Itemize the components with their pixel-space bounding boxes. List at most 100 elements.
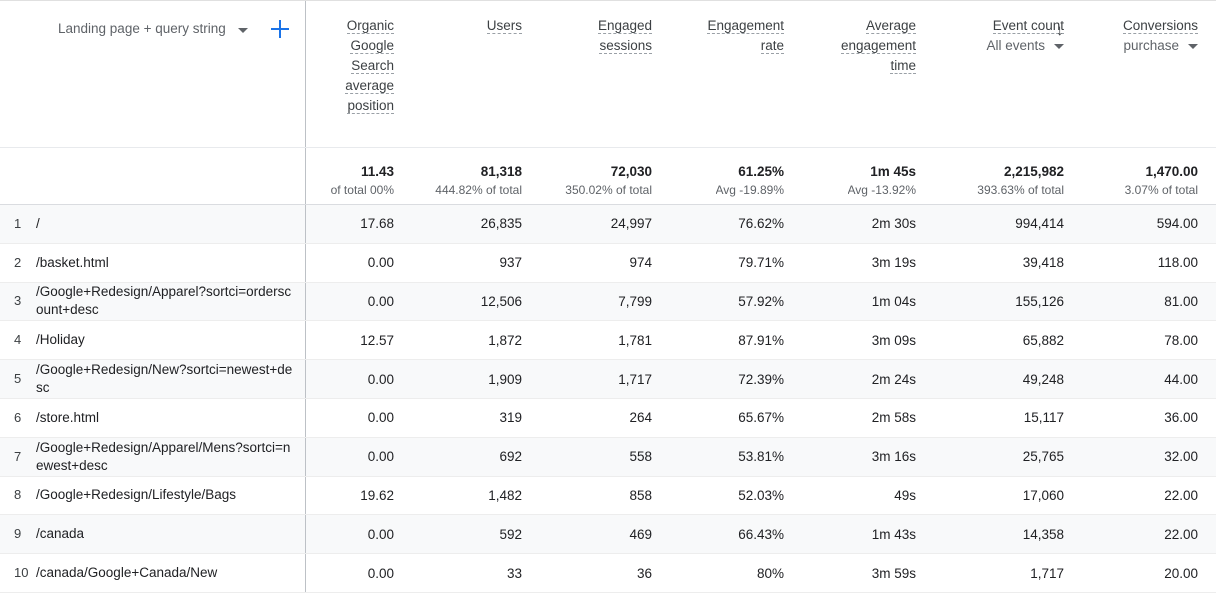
event-count-filter-select[interactable]: All events xyxy=(986,38,1064,53)
column-header-position-label[interactable]: Organic xyxy=(347,18,394,34)
chevron-down-icon[interactable] xyxy=(1054,44,1064,49)
row-landing-page-link[interactable]: /Google+Redesign/New?sortci=newest+desc xyxy=(36,361,305,397)
row-landing-page-link[interactable]: /canada xyxy=(36,525,94,543)
totals-users-sub: 444.82% of total xyxy=(435,182,522,198)
table-row[interactable]: 10/canada/Google+Canada/New0.00333680%3m… xyxy=(0,554,1216,593)
cell-avg-engagement-time: 2m 58s xyxy=(802,399,934,437)
chevron-down-icon[interactable] xyxy=(1188,44,1198,49)
dimension-picker[interactable]: Landing page + query string xyxy=(0,19,290,39)
cell-engaged-sessions: 1,781 xyxy=(540,321,670,359)
cell-avg-engagement-time: 2m 30s xyxy=(802,205,934,243)
cell-event-count: 65,882 xyxy=(934,321,1082,359)
cell-engagement-rate: 72.39% xyxy=(670,360,802,398)
row-landing-page-link[interactable]: /Google+Redesign/Lifestyle/Bags xyxy=(36,486,246,504)
cell-engagement-rate: 57.92% xyxy=(670,283,802,321)
table-row[interactable]: 5/Google+Redesign/New?sortci=newest+desc… xyxy=(0,360,1216,399)
totals-event-count-sub: 393.63% of total xyxy=(977,182,1064,198)
chevron-down-icon[interactable] xyxy=(238,28,248,33)
row-dimension-cell: 7/Google+Redesign/Apparel/Mens?sortci=ne… xyxy=(0,438,306,476)
column-header-position-line2[interactable]: Google xyxy=(350,38,394,54)
plus-icon[interactable] xyxy=(270,19,290,39)
cell-users: 1,872 xyxy=(412,321,540,359)
table-row[interactable]: 8/Google+Redesign/Lifestyle/Bags19.621,4… xyxy=(0,477,1216,516)
column-header-engagement-rate[interactable]: Engagement rate xyxy=(670,1,802,147)
table-row[interactable]: 6/store.html0.0031926465.67%2m 58s15,117… xyxy=(0,399,1216,438)
column-header-engagement-rate-line1[interactable]: Engagement xyxy=(707,18,784,34)
column-header-avg-engagement-time-line1[interactable]: Average xyxy=(866,18,916,34)
cell-event-count: 39,418 xyxy=(934,244,1082,282)
cell-engaged-sessions: 7,799 xyxy=(540,283,670,321)
cell-engaged-sessions: 469 xyxy=(540,515,670,553)
totals-conversions-sub: 3.07% of total xyxy=(1125,182,1198,198)
column-header-position-line5[interactable]: position xyxy=(347,98,394,114)
column-header-engaged-sessions-line1[interactable]: Engaged xyxy=(598,18,652,34)
cell-conversions: 118.00 xyxy=(1082,244,1216,282)
cell-avg-engagement-time: 3m 59s xyxy=(802,554,934,592)
row-landing-page-link[interactable]: /basket.html xyxy=(36,254,119,272)
row-landing-page-link[interactable]: /Google+Redesign/Apparel?sortci=ordersco… xyxy=(36,283,305,319)
totals-users: 81,318 444.82% of total xyxy=(412,148,540,204)
column-header-event-count-label[interactable]: Event count xyxy=(993,18,1064,34)
event-count-filter-value: All events xyxy=(986,38,1045,53)
cell-engagement-rate: 52.03% xyxy=(670,477,802,515)
cell-position: 17.68 xyxy=(306,205,412,243)
row-index: 4 xyxy=(0,332,36,348)
cell-event-count: 1,717 xyxy=(934,554,1082,592)
cell-event-count: 155,126 xyxy=(934,283,1082,321)
row-landing-page-link[interactable]: /canada/Google+Canada/New xyxy=(36,564,227,582)
row-dimension-cell: 5/Google+Redesign/New?sortci=newest+desc xyxy=(0,360,306,398)
cell-conversions: 32.00 xyxy=(1082,438,1216,476)
column-header-avg-engagement-time-line2[interactable]: engagement xyxy=(841,38,916,54)
cell-engaged-sessions: 858 xyxy=(540,477,670,515)
cell-conversions: 22.00 xyxy=(1082,477,1216,515)
cell-engaged-sessions: 558 xyxy=(540,438,670,476)
row-index: 8 xyxy=(0,487,36,503)
analytics-data-table: Landing page + query string Organic Goog… xyxy=(0,0,1216,596)
row-landing-page-link[interactable]: / xyxy=(36,215,50,233)
cell-engaged-sessions: 1,717 xyxy=(540,360,670,398)
row-index: 6 xyxy=(0,410,36,426)
arrow-down-icon[interactable]: ↓ xyxy=(1056,23,1064,38)
conversions-event-select[interactable]: purchase xyxy=(1123,38,1198,53)
column-header-users[interactable]: Users xyxy=(412,1,540,147)
cell-position: 0.00 xyxy=(306,515,412,553)
column-header-engagement-rate-line2[interactable]: rate xyxy=(761,38,784,54)
row-index: 10 xyxy=(0,565,36,581)
row-landing-page-link[interactable]: /Holiday xyxy=(36,331,95,349)
cell-event-count: 17,060 xyxy=(934,477,1082,515)
cell-position: 0.00 xyxy=(306,438,412,476)
cell-engaged-sessions: 974 xyxy=(540,244,670,282)
dimension-header-cell: Landing page + query string xyxy=(0,1,306,147)
row-dimension-cell: 9/canada xyxy=(0,515,306,553)
row-landing-page-link[interactable]: /Google+Redesign/Apparel/Mens?sortci=new… xyxy=(36,439,305,475)
totals-event-count-value: 2,215,982 xyxy=(1004,163,1064,181)
column-header-conversions-label[interactable]: Conversions xyxy=(1123,18,1198,34)
column-header-position-line4[interactable]: average xyxy=(345,78,394,94)
cell-conversions: 78.00 xyxy=(1082,321,1216,359)
totals-position: 11.43 00% of total xyxy=(306,148,412,204)
column-header-position[interactable]: Organic Google Search average position xyxy=(306,1,412,147)
row-landing-page-link[interactable]: /store.html xyxy=(36,409,109,427)
totals-dimension-cell xyxy=(0,148,306,204)
table-row[interactable]: 3/Google+Redesign/Apparel?sortci=ordersc… xyxy=(0,283,1216,322)
totals-event-count: 2,215,982 393.63% of total xyxy=(934,148,1082,204)
column-header-avg-engagement-time-line3[interactable]: time xyxy=(890,58,916,74)
table-row[interactable]: 9/canada0.0059246966.43%1m 43s14,35822.0… xyxy=(0,515,1216,554)
cell-position: 0.00 xyxy=(306,360,412,398)
table-row[interactable]: 7/Google+Redesign/Apparel/Mens?sortci=ne… xyxy=(0,438,1216,477)
totals-conversions-value: 1,470.00 xyxy=(1145,163,1198,181)
column-header-conversions[interactable]: ↓ Conversions purchase xyxy=(1082,1,1216,147)
column-header-avg-engagement-time[interactable]: Average engagement time xyxy=(802,1,934,147)
cell-avg-engagement-time: 49s xyxy=(802,477,934,515)
table-row[interactable]: 4/Holiday12.571,8721,78187.91%3m 09s65,8… xyxy=(0,321,1216,360)
cell-users: 33 xyxy=(412,554,540,592)
cell-conversions: 44.00 xyxy=(1082,360,1216,398)
column-header-engaged-sessions[interactable]: Engaged sessions xyxy=(540,1,670,147)
column-header-position-line3[interactable]: Search xyxy=(351,58,394,74)
cell-conversions: 81.00 xyxy=(1082,283,1216,321)
column-header-engaged-sessions-line2[interactable]: sessions xyxy=(599,38,652,54)
cell-conversions: 36.00 xyxy=(1082,399,1216,437)
table-row[interactable]: 2/basket.html0.0093797479.71%3m 19s39,41… xyxy=(0,244,1216,283)
column-header-users-label[interactable]: Users xyxy=(487,18,522,34)
table-row[interactable]: 1/17.6826,83524,99776.62%2m 30s994,41459… xyxy=(0,205,1216,244)
